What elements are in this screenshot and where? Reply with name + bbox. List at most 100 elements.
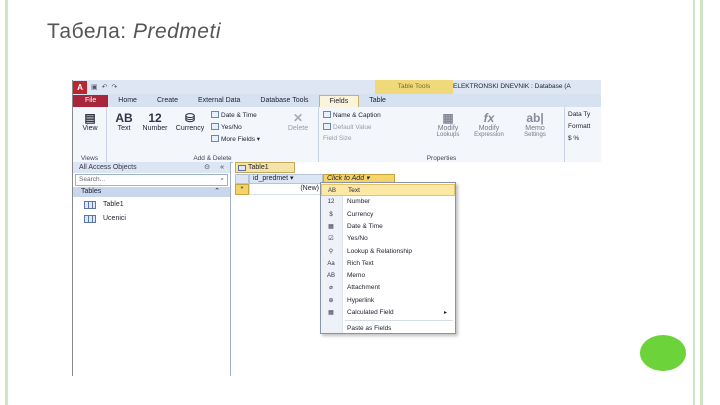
calendar-icon: ▦ [328,223,334,230]
undo-icon[interactable]: ↶ [102,83,108,91]
chevron-down-icon: ▾ [366,175,370,182]
memo-settings-button[interactable]: ab| Memo Settings [515,111,555,138]
more-fields-button[interactable]: More Fields ▾ [211,135,260,143]
name-caption-label: Name & Caption [333,112,381,119]
menu-item-calculated-field[interactable]: ▦ Calculated Field ▸ [321,307,455,319]
lookup-icon: ⚲ [328,248,334,255]
tab-file[interactable]: File [73,95,109,107]
menu-item-hyperlink[interactable]: ⊕ Hyperlink [321,295,455,307]
menu-item-lookup-relationship[interactable]: ⚲ Lookup & Relationship [321,246,455,258]
new-record-cell[interactable]: (New) [249,184,323,195]
nav-item-ucenici[interactable]: Ucenici [73,213,230,225]
tab-table[interactable]: Table [359,95,396,107]
text-field-button[interactable]: AB Text [111,111,137,132]
nav-search-placeholder: Search... [79,176,106,183]
table-icon [84,215,96,223]
column-header-id-predmet[interactable]: id_predmet ▾ [249,174,323,184]
checkbox-icon: ☑ [328,236,334,243]
paperclip-icon: ⌀ [329,285,333,292]
window-title: ELEKTRONSKI DNEVNIK : Database (A [453,83,571,90]
modify-lookups-button[interactable]: ▦ Modify Lookups [431,111,465,138]
redo-icon[interactable]: ↷ [112,83,118,91]
yes-no-button[interactable]: Yes/No [211,123,242,131]
modify-expression-button[interactable]: fx Modify Expression [469,111,509,138]
nav-pane-header[interactable]: All Access Objects ⊙ « [73,162,230,173]
menu-item-label: Number [347,198,371,206]
nav-search-input[interactable]: Search... ⌕ [75,174,228,186]
menu-item-paste-as-fields[interactable]: Paste as Fields [321,323,455,335]
menu-item-label: Currency [347,210,374,218]
memo-settings-sublabel: Settings [524,132,546,138]
memo-icon: AB [326,273,335,280]
function-icon: fx [483,111,495,125]
menu-item-text[interactable]: AB Text [321,184,455,196]
format-dropdown[interactable]: Formatt [568,123,590,130]
default-value-label: Default Value [333,124,372,131]
modify-lookups-label: Modify [437,125,459,132]
menu-item-date-time[interactable]: ▦ Date & Time [321,221,455,233]
nav-pane-title: All Access Objects [79,164,137,171]
modify-expression-label: Modify [478,125,500,132]
modify-lookups-sublabel: Lookups [436,132,460,138]
shutter-bar-icon[interactable]: « [220,162,224,173]
menu-item-label: Lookup & Relationship [347,247,413,255]
data-type-dropdown[interactable]: Data Ty [568,111,590,118]
calculator-icon: ▦ [328,310,334,316]
select-all-cell[interactable] [235,174,249,184]
tab-create[interactable]: Create [147,95,188,107]
ribbon-group-views: ▤ View Views [73,107,107,163]
name-caption-icon [323,111,331,118]
nav-item-table1[interactable]: Table1 [73,199,230,211]
menu-item-label: Date & Time [347,222,383,230]
number-format-symbols[interactable]: $ % [568,135,579,142]
collapse-icon[interactable]: ⌃ [214,187,220,197]
access-screenshot: A ▣ ↶ ↷ Table Tools ELEKTRONSKI DNEVNIK … [72,80,601,376]
name-caption-button[interactable]: Name & Caption [323,111,381,119]
number-field-label: Number [142,125,168,132]
search-icon[interactable]: ⌕ [220,175,224,185]
menu-item-label: Calculated Field [347,309,394,316]
currency-field-icon: ⛁ [184,111,196,125]
group-label-views: Views [80,155,99,162]
document-area: Table1 id_predmet ▾ Click to Add ▾ * (Ne… [233,162,601,376]
nav-item-label: Table1 [103,201,124,208]
new-record-marker[interactable]: * [235,184,249,195]
access-logo-icon: A [73,80,87,94]
slide-title-table-name: Predmeti [132,20,221,43]
menu-item-number[interactable]: 12 Number [321,196,455,208]
number-icon: 12 [327,199,335,206]
tab-home[interactable]: Home [108,95,147,107]
tab-external-data[interactable]: External Data [188,95,250,107]
menu-item-memo[interactable]: AB Memo [321,270,455,282]
default-value-button[interactable]: Default Value [323,123,372,131]
table-icon [238,165,246,171]
menu-item-label: Memo [347,272,366,280]
view-button[interactable]: ▤ View [77,111,103,132]
date-time-button[interactable]: Date & Time [211,111,257,119]
tab-database-tools[interactable]: Database Tools [250,95,318,107]
tab-fields[interactable]: Fields [318,95,360,107]
menu-item-attachment[interactable]: ⌀ Attachment [321,282,455,294]
delete-field-button[interactable]: ✕ Delete [283,111,313,132]
menu-item-label: Paste as Fields [347,325,392,333]
menu-separator [345,320,453,322]
chevron-down-icon[interactable]: ⊙ [204,162,210,173]
field-size-label: Field Size [323,135,352,142]
navigation-pane: All Access Objects ⊙ « Search... ⌕ Table… [73,162,231,376]
save-icon[interactable]: ▣ [91,83,98,91]
menu-item-label: Attachment [347,284,380,292]
doc-tab-table1[interactable]: Table1 [235,162,295,173]
field-size-input[interactable]: Field Size [323,135,352,142]
chevron-down-icon: ▾ [254,136,261,143]
nav-section-tables[interactable]: Tables ⌃ [73,187,230,197]
menu-item-rich-text[interactable]: Aa Rich Text [321,258,455,270]
currency-field-button[interactable]: ⛁ Currency [173,111,207,132]
currency-field-label: Currency [175,125,205,132]
slide-title-prefix: Табела: [47,20,133,43]
menu-item-yes-no[interactable]: ☑ Yes/No [321,233,455,245]
menu-item-currency[interactable]: $ Currency [321,209,455,221]
number-field-button[interactable]: 12 Number [139,111,171,132]
memo-icon: ab| [526,111,544,125]
context-tab-group-label: Table Tools [375,80,453,94]
nav-item-label: Ucenici [103,215,126,222]
